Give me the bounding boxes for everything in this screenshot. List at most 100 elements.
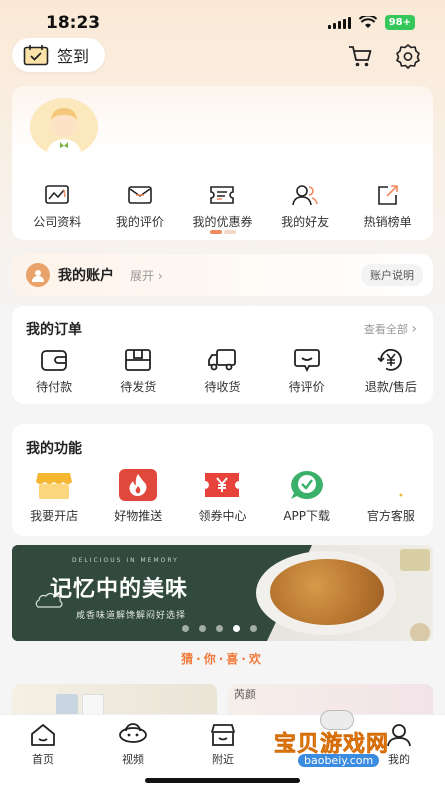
function-customer-service[interactable]: 官方客服 [350,469,432,524]
order-label: 待发货 [120,380,157,394]
recommend-title: 猜·你·喜·欢 [181,652,264,666]
chart-board-icon [45,185,70,204]
check-bubble-icon [288,469,326,501]
cellular-signal-icon [327,16,351,29]
banner-title: 记忆中的美味 [50,577,189,602]
banner-food-image [270,559,384,625]
watermark-url: baobeiy.com [298,754,380,767]
quick-link-my-reviews[interactable]: 我的评价 [100,183,180,230]
comment-icon [293,349,320,372]
recommend-product-brand: 芮颜 [234,688,256,701]
order-label: 待收货 [204,380,241,394]
quick-link-hot-list[interactable]: 热销榜单 [348,183,428,230]
quick-link-label: 我的好友 [281,215,330,229]
chevron-right-icon: › [411,321,417,337]
avatar[interactable] [30,98,98,156]
calendar-check-icon [23,45,49,66]
site-watermark-logo: 宝贝游戏网 baobeiy.com [268,710,418,774]
nearby-shop-icon [211,724,235,746]
function-label: 领券中心 [198,509,247,523]
account-title: 我的账户 [58,268,114,284]
checkin-button[interactable]: 签到 [12,38,105,72]
checkin-label: 签到 [57,47,90,66]
account-expand-link[interactable]: 展开 › [130,267,163,284]
orders-card: 我的订单 查看全部 › 待付款 待发货 待收货 待评价 退款/售后 [12,306,433,404]
quick-link-label: 公司资料 [33,215,82,229]
profile-card: 公司资料 我的评价 我的优惠券 我的好友 热销榜单 [12,86,433,240]
banner-dot[interactable] [182,625,189,632]
banner-subtitle: DELICIOUS IN MEMORY [72,557,179,564]
function-coupon-center[interactable]: 领券中心 [181,469,263,524]
video-planet-icon [119,723,147,743]
store-icon [35,469,73,501]
quick-link-label: 我的评价 [115,215,164,229]
banner-dot[interactable] [250,625,257,632]
function-label: 我要开店 [30,509,79,523]
banner-dot[interactable] [216,625,223,632]
function-product-push[interactable]: 好物推送 [97,469,179,524]
functions-row: 我要开店 好物推送 领券中心 APP下载 官方客服 [12,469,433,524]
orders-row: 待付款 待发货 待收货 待评价 退款/售后 [12,348,433,395]
quick-link-company-info[interactable]: 公司资料 [17,183,97,230]
banner-description: 咸香味道解馋解闷好选择 [76,611,187,621]
settings-gear-icon[interactable] [395,43,421,69]
tab-label: 附近 [212,753,234,766]
status-time: 18:23 [46,13,101,33]
order-label: 待评价 [288,380,325,394]
orders-see-all-link[interactable]: 查看全部 › [364,321,417,337]
quick-link-my-coupons[interactable]: 我的优惠券 [182,183,262,230]
promo-banner[interactable]: DELICIOUS IN MEMORY 记忆中的美味 咸香味道解馋解闷好选择 [12,545,433,641]
orders-title: 我的订单 [26,322,82,338]
tab-home[interactable]: 首页 [8,723,78,767]
function-label: 好物推送 [114,509,163,523]
tab-label: 首页 [32,753,54,766]
quick-links-row: 公司资料 我的评价 我的优惠券 我的好友 热销榜单 [12,183,433,230]
home-icon [31,724,55,746]
function-label: 官方客服 [366,509,415,523]
order-pending-review[interactable]: 待评价 [266,348,348,395]
account-expand-label: 展开 [130,268,155,283]
share-box-icon [377,185,398,205]
functions-title: 我的功能 [26,441,82,457]
coupon-icon [210,186,235,204]
service-icon [372,469,410,501]
chevron-right-icon: › [157,268,163,283]
see-all-label: 查看全部 [363,323,408,336]
order-pending-shipment[interactable]: 待发货 [97,348,179,395]
status-indicators: 98+ [327,15,415,30]
account-explain-button[interactable]: 账户说明 [361,264,423,286]
function-app-download[interactable]: APP下载 [266,469,348,524]
wallet-icon [41,350,67,371]
banner-dot-active[interactable] [233,625,240,632]
order-label: 退款/售后 [364,380,417,394]
order-label: 待付款 [36,380,73,394]
tab-nearby[interactable]: 附近 [188,723,258,767]
yen-ticket-icon [203,469,241,501]
tab-video[interactable]: 视频 [98,723,168,767]
functions-card: 我的功能 我要开店 好物推送 领券中心 APP下载 官方客服 [12,424,433,536]
quick-link-my-friends[interactable]: 我的好友 [265,183,345,230]
function-label: APP下载 [283,509,330,523]
envelope-icon [128,186,152,204]
cart-icon[interactable] [347,43,373,69]
quick-link-label: 热销榜单 [363,215,412,229]
flame-icon [119,469,158,501]
yen-refund-icon [377,348,402,371]
tab-label: 视频 [122,753,144,766]
account-card[interactable]: 我的账户 展开 › 账户说明 [12,254,433,296]
order-pending-payment[interactable]: 待付款 [13,348,95,395]
home-indicator [145,778,300,783]
order-refund-aftersale[interactable]: 退款/售后 [350,348,432,395]
battery-badge: 98+ [384,15,415,30]
package-icon [125,349,152,371]
order-pending-receipt[interactable]: 待收货 [181,348,263,395]
friends-icon [292,185,318,206]
account-user-icon [26,263,50,287]
banner-dot[interactable] [199,625,206,632]
truck-icon [208,349,237,371]
banner-pager [182,625,257,632]
wifi-icon [358,16,377,28]
banner-jar-image [400,549,430,641]
quick-link-label: 我的优惠券 [192,215,253,229]
function-open-store[interactable]: 我要开店 [13,469,95,524]
